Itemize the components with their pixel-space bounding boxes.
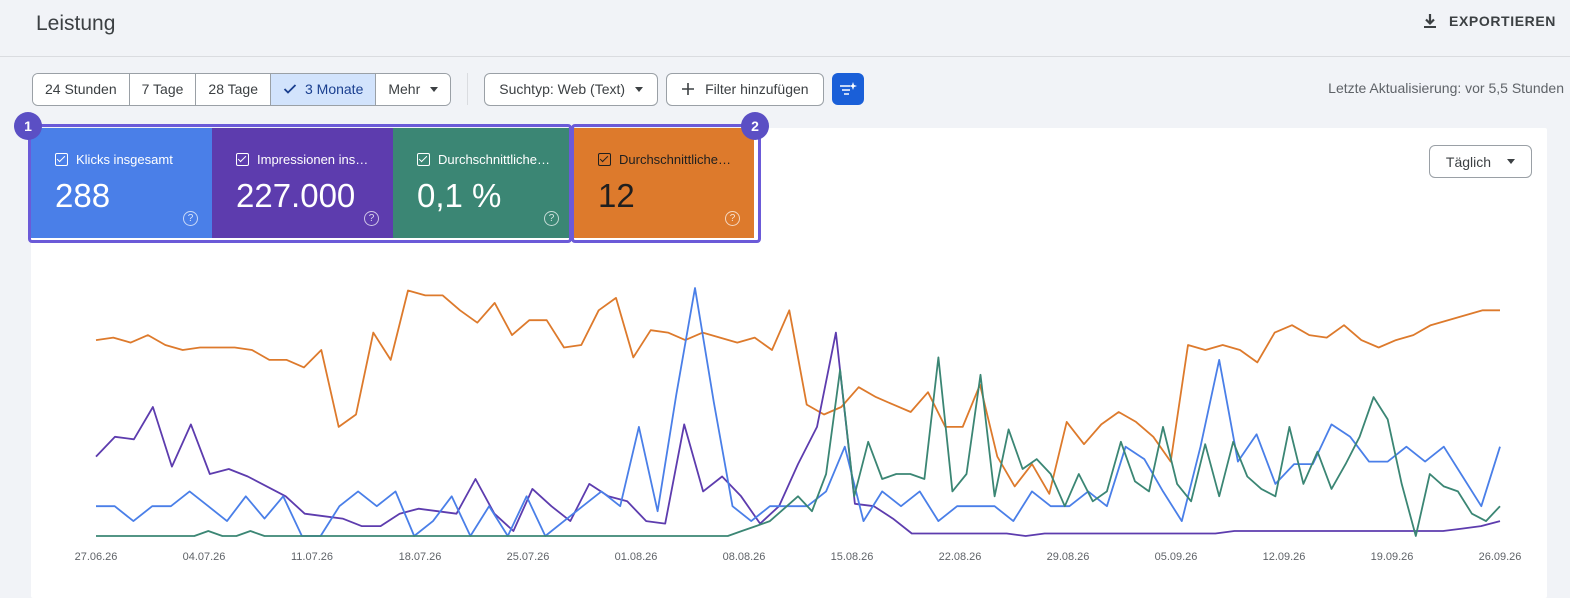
x-axis-ticks: 27.06.26 04.07.26 11.07.26 18.07.26 25.07.26… [75, 551, 1522, 563]
x-tick-label: 19.09.26 [1371, 551, 1414, 563]
x-tick-label: 29.08.26 [1047, 551, 1090, 563]
x-tick-label: 18.07.26 [399, 551, 442, 563]
x-tick-label: 12.09.26 [1263, 551, 1306, 563]
series-line-ctr [96, 356, 1501, 537]
x-tick-label: 05.09.26 [1155, 551, 1198, 563]
x-tick-label: 27.06.26 [75, 551, 118, 563]
x-tick-label: 25.07.26 [507, 551, 550, 563]
x-tick-label: 04.07.26 [183, 551, 226, 563]
x-tick-label: 11.07.26 [291, 551, 333, 563]
x-tick-label: 15.08.26 [831, 551, 874, 563]
series-line-klicks [96, 287, 1501, 537]
performance-line-chart: 27.06.26 04.07.26 11.07.26 18.07.26 25.07.26… [75, 287, 1522, 563]
x-tick-label: 08.08.26 [723, 551, 766, 563]
x-tick-label: 01.08.26 [615, 551, 658, 563]
x-tick-label: 22.08.26 [939, 551, 982, 563]
x-tick-label: 26.09.26 [1479, 551, 1522, 563]
chart-series [95, 287, 1501, 537]
